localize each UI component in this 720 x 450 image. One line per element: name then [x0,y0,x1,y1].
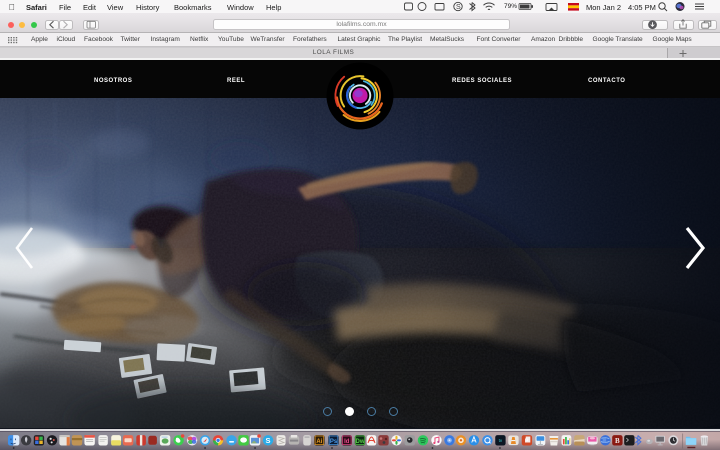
svg-text:Id: Id [344,439,350,445]
svg-text:Dw: Dw [356,439,365,445]
svg-text:B: B [615,437,620,445]
svg-text:S: S [456,4,461,11]
svg-text:Ps: Ps [330,439,338,445]
svg-text:S: S [266,436,271,445]
svg-text:P: P [525,438,529,444]
svg-text:Ai: Ai [316,439,322,445]
